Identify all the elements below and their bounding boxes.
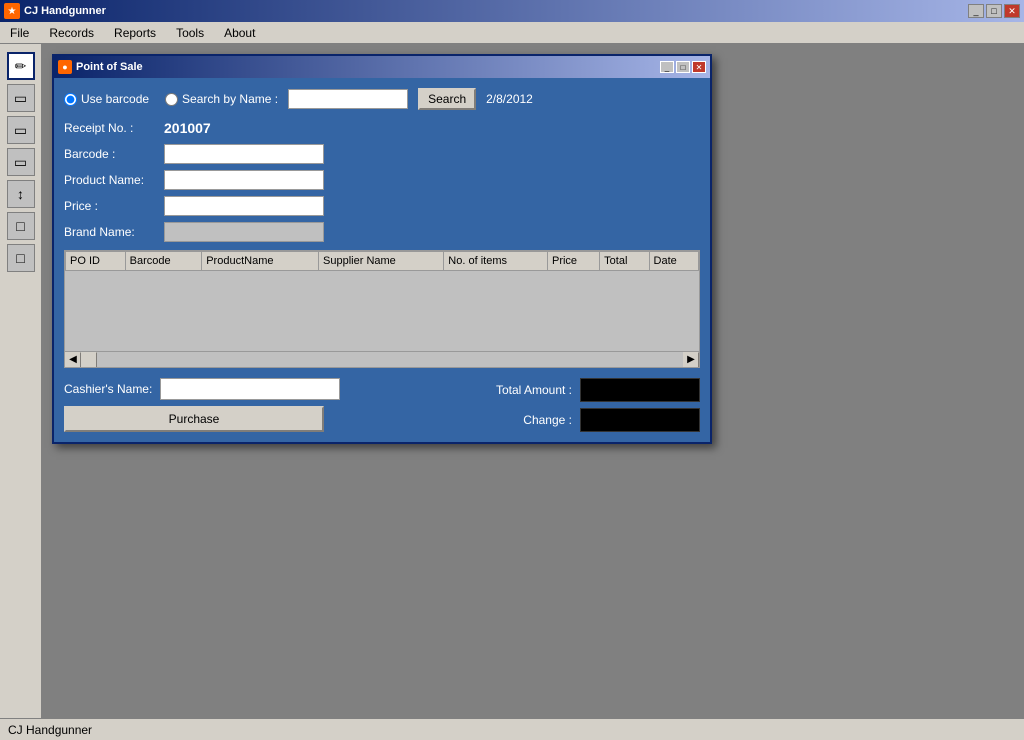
total-amount-row: Total Amount : [496, 378, 700, 402]
total-amount-label: Total Amount : [496, 383, 572, 397]
sidebar: ✏ ▭ ▭ ▭ ↕ □ □ [0, 44, 42, 718]
right-bottom: Total Amount : Change : [360, 378, 700, 432]
sidebar-icon-2[interactable]: ▭ [7, 116, 35, 144]
total-amount-display [580, 378, 700, 402]
bottom-section: Cashier's Name: Purchase Total Amount : … [64, 378, 700, 432]
barcode-input[interactable] [164, 144, 324, 164]
col-total: Total [600, 252, 649, 271]
status-bar: CJ Handgunner [0, 718, 1024, 740]
restore-button[interactable]: □ [986, 4, 1002, 18]
title-bar-buttons: _ □ ✕ [968, 4, 1020, 18]
price-input[interactable] [164, 196, 324, 216]
col-po-id: PO ID [66, 252, 126, 271]
status-text: CJ Handgunner [8, 723, 92, 737]
modal-icon: ● [58, 60, 72, 74]
top-row: Use barcode Search by Name : Search 2/8/… [64, 88, 700, 110]
purchase-button[interactable]: Purchase [64, 406, 324, 432]
receipt-label: Receipt No. : [64, 121, 164, 135]
minimize-button[interactable]: _ [968, 4, 984, 18]
data-table-container: PO ID Barcode ProductName Supplier Name … [64, 250, 700, 368]
brand-name-row: Brand Name: [64, 222, 700, 242]
product-name-label: Product Name: [64, 173, 164, 187]
cashier-label: Cashier's Name: [64, 382, 152, 396]
product-name-input[interactable] [164, 170, 324, 190]
cashier-row: Cashier's Name: [64, 378, 340, 400]
scroll-thumb[interactable] [81, 352, 97, 368]
col-barcode: Barcode [125, 252, 202, 271]
cashier-name-input[interactable] [160, 378, 340, 400]
col-date: Date [649, 252, 698, 271]
col-no-of-items: No. of items [444, 252, 548, 271]
barcode-label: Barcode : [64, 147, 164, 161]
menu-reports[interactable]: Reports [108, 24, 162, 42]
modal-title-bar: ● Point of Sale _ □ ✕ [54, 56, 710, 78]
app-title-bar: ★ CJ Handgunner _ □ ✕ [0, 0, 1024, 22]
receipt-row: Receipt No. : 201007 [64, 120, 700, 136]
pos-modal: ● Point of Sale _ □ ✕ Use barcode [52, 54, 712, 444]
app-title: CJ Handgunner [24, 5, 964, 17]
col-price: Price [547, 252, 599, 271]
radio-use-barcode[interactable]: Use barcode [64, 92, 149, 106]
search-button[interactable]: Search [418, 88, 476, 110]
search-name-input[interactable] [288, 89, 408, 109]
menu-bar: File Records Reports Tools About [0, 22, 1024, 44]
receipt-value: 201007 [164, 120, 211, 136]
radio-search-by-name[interactable]: Search by Name : [165, 92, 278, 106]
price-label: Price : [64, 199, 164, 213]
radio-group: Use barcode Search by Name : [64, 92, 278, 106]
sidebar-icon-3[interactable]: ▭ [7, 148, 35, 176]
menu-about[interactable]: About [218, 24, 261, 42]
barcode-row: Barcode : [64, 144, 700, 164]
modal-body: Use barcode Search by Name : Search 2/8/… [54, 78, 710, 442]
main-area: ✏ ▭ ▭ ▭ ↕ □ □ ● Point of Sale _ □ ✕ [0, 44, 1024, 718]
menu-tools[interactable]: Tools [170, 24, 210, 42]
col-product-name: ProductName [202, 252, 319, 271]
modal-close-button[interactable]: ✕ [692, 61, 706, 73]
brand-name-input[interactable] [164, 222, 324, 242]
sidebar-icon-1[interactable]: ▭ [7, 84, 35, 112]
modal-title-buttons: _ □ ✕ [660, 61, 706, 73]
table-header-row: PO ID Barcode ProductName Supplier Name … [66, 252, 699, 271]
table-scrollbar[interactable]: ◀ ▶ [65, 351, 699, 367]
change-label: Change : [523, 413, 572, 427]
sidebar-icon-6[interactable]: □ [7, 244, 35, 272]
scroll-track[interactable] [81, 352, 683, 368]
brand-name-label: Brand Name: [64, 225, 164, 239]
form-section: Barcode : Product Name: Price : Brand Na… [64, 144, 700, 242]
sidebar-icon-edit[interactable]: ✏ [7, 52, 35, 80]
menu-file[interactable]: File [4, 24, 35, 42]
modal-minimize-button[interactable]: _ [660, 61, 674, 73]
change-display [580, 408, 700, 432]
left-bottom: Cashier's Name: Purchase [64, 378, 340, 432]
scroll-left-button[interactable]: ◀ [65, 352, 81, 368]
menu-records[interactable]: Records [43, 24, 100, 42]
date-display: 2/8/2012 [486, 92, 533, 106]
scroll-right-button[interactable]: ▶ [683, 352, 699, 368]
radio-name-input[interactable] [165, 93, 178, 106]
modal-title: Point of Sale [76, 61, 656, 73]
product-name-row: Product Name: [64, 170, 700, 190]
app-icon: ★ [4, 3, 20, 19]
col-supplier-name: Supplier Name [319, 252, 444, 271]
content-area: ● Point of Sale _ □ ✕ Use barcode [42, 44, 1024, 718]
sidebar-icon-arrows[interactable]: ↕ [7, 180, 35, 208]
close-button[interactable]: ✕ [1004, 4, 1020, 18]
data-table: PO ID Barcode ProductName Supplier Name … [65, 251, 699, 271]
price-row: Price : [64, 196, 700, 216]
modal-restore-button[interactable]: □ [676, 61, 690, 73]
sidebar-icon-5[interactable]: □ [7, 212, 35, 240]
table-body-area [65, 271, 699, 351]
radio-barcode-input[interactable] [64, 93, 77, 106]
change-row: Change : [523, 408, 700, 432]
